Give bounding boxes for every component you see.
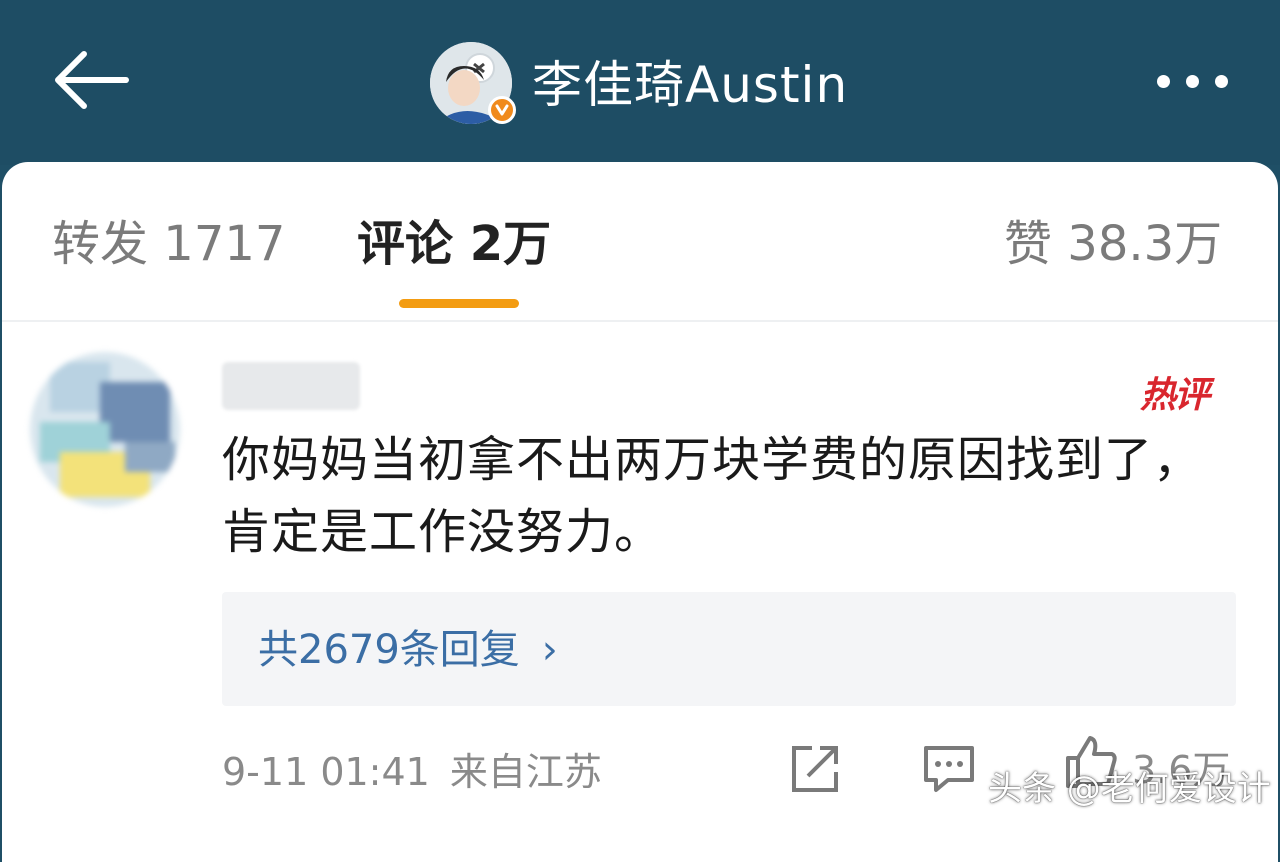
active-tab-indicator: [399, 299, 519, 308]
commenter-avatar[interactable]: [30, 352, 180, 507]
tab-bar: 转发 1717 评论 2万 赞 38.3万: [2, 162, 1278, 322]
comment-bubble-icon: [924, 746, 974, 792]
hot-comment-badge: 热评: [1140, 352, 1230, 416]
account-title[interactable]: 李佳琦Austin: [532, 52, 848, 118]
comment-location: 来自江苏: [449, 750, 602, 794]
verified-badge-icon: [488, 96, 516, 124]
share-icon: [792, 746, 838, 792]
watermark: 头条 @老何爱设计: [988, 769, 1271, 809]
tab-comments-count: 2万: [469, 216, 552, 272]
tab-likes[interactable]: 赞 38.3万: [1004, 212, 1222, 276]
chevron-right-icon: ›: [541, 627, 558, 673]
comment-timestamp: 9-11 01:41: [222, 750, 430, 794]
tab-repost-count: 1717: [163, 216, 286, 272]
replies-count-label: 共2679条回复: [258, 627, 520, 673]
hot-comment-label: 热评: [1140, 375, 1210, 416]
tab-likes-count: 38.3万: [1067, 216, 1223, 272]
divider: [2, 320, 1278, 322]
comment-text: 你妈妈当初拿不出两万块学费的原因找到了，肯定是工作没努力。: [222, 432, 1203, 560]
tab-comments[interactable]: 评论 2万: [357, 212, 551, 276]
user-avatar[interactable]: [430, 42, 516, 128]
reply-button[interactable]: [920, 740, 978, 798]
comment-meta: 9-11 01:41 来自江苏: [222, 746, 602, 798]
arrow-left-icon: [55, 51, 129, 109]
back-button[interactable]: [48, 48, 132, 112]
tab-repost[interactable]: 转发 1717: [52, 212, 285, 276]
tab-likes-label: 赞: [1004, 216, 1053, 272]
more-options-button[interactable]: [1150, 66, 1234, 96]
share-button[interactable]: [786, 740, 844, 798]
tab-repost-label: 转发: [52, 216, 149, 272]
commenter-name-redacted[interactable]: [222, 362, 360, 410]
tab-comments-label: 评论: [357, 216, 454, 272]
top-bar: 李佳琦Austin: [0, 0, 1280, 165]
replies-link[interactable]: 共2679条回复 ›: [222, 592, 1236, 706]
ellipsis-icon: [1156, 74, 1170, 88]
